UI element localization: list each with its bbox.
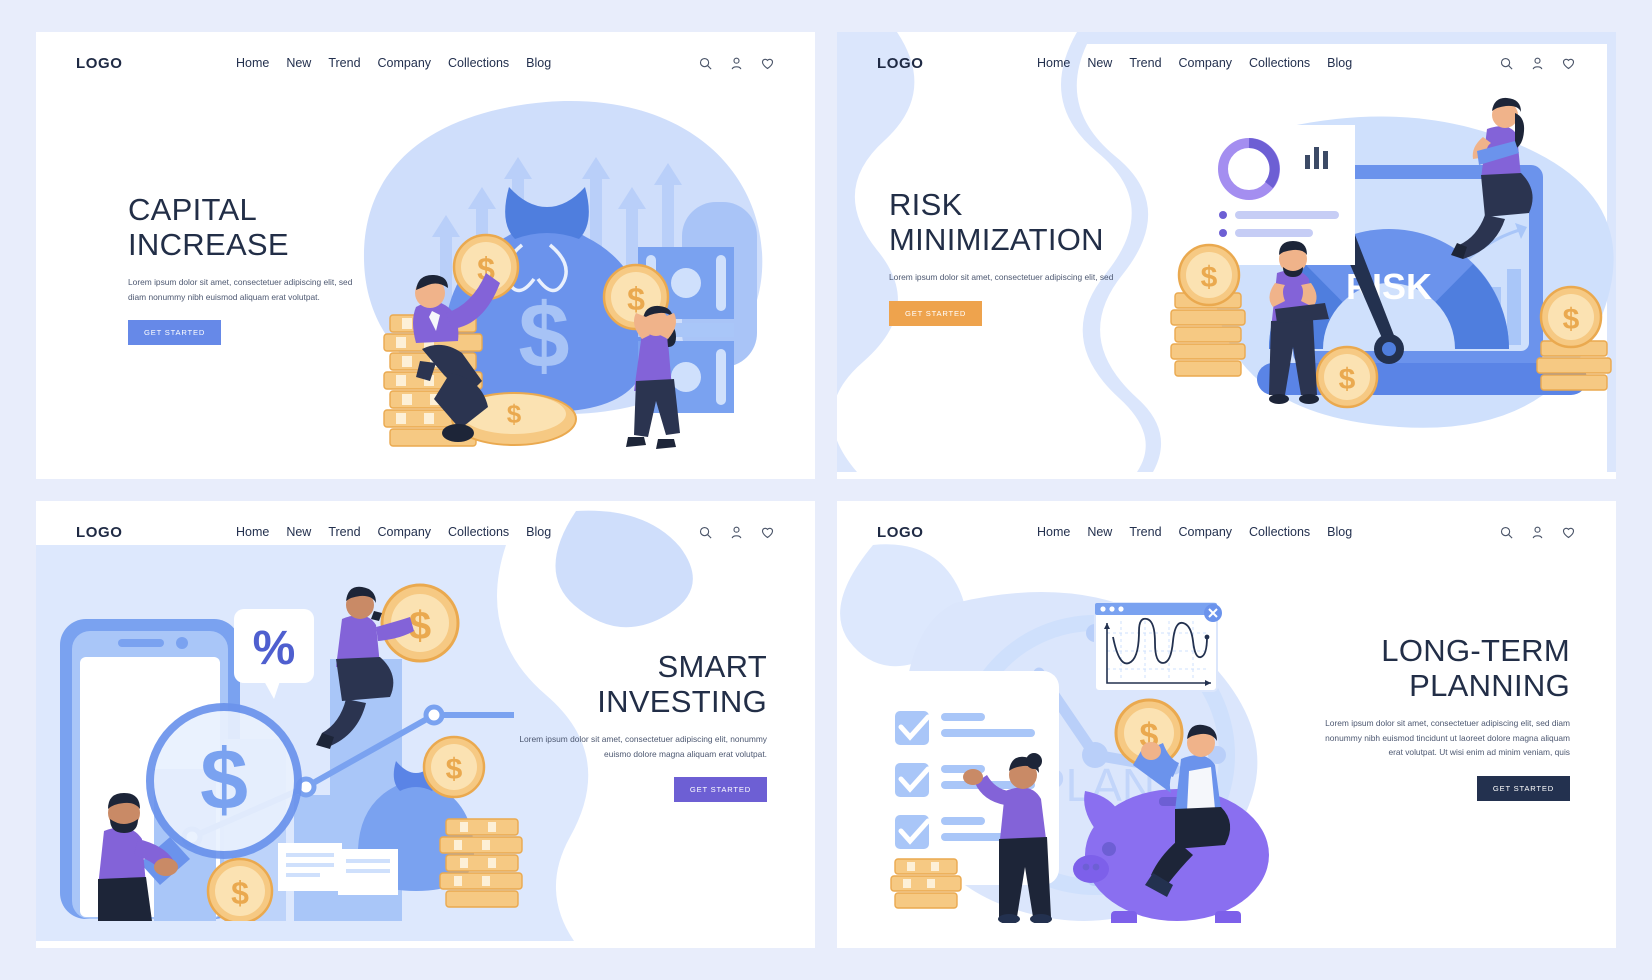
panel-risk-minimization: LOGO Home New Trend Company Collections … (837, 32, 1616, 479)
svg-text:$: $ (1339, 363, 1356, 396)
heart-icon[interactable] (1561, 525, 1576, 540)
nav-item-collections[interactable]: Collections (448, 56, 509, 70)
page-title: RISK MINIMIZATION (889, 187, 1104, 258)
landing-page-set: LOGO Home New Trend Company Collections … (0, 0, 1652, 980)
panel-smart-investing: LOGO Home New Trend Company Collections … (36, 501, 815, 948)
illustration-long-term-planning: PLAN $ (873, 592, 1269, 923)
site-header: LOGO Home New Trend Company Collections … (36, 32, 815, 94)
nav-item-home[interactable]: Home (236, 56, 269, 70)
nav-item-home[interactable]: Home (1037, 56, 1070, 70)
header-icon-group (1499, 56, 1576, 71)
user-icon[interactable] (1530, 525, 1545, 540)
hero-description: Lorem ipsum dolor sit amet, consectetuer… (128, 277, 353, 302)
illustration-risk-minimization: RISK $ $ $ (1170, 97, 1614, 428)
header-icon-group (698, 56, 775, 71)
coin-top-right: $ (1539, 285, 1603, 349)
coin-stack-right (1536, 340, 1612, 391)
main-nav: Home New Trend Company Collections Blog (196, 56, 551, 70)
nav-item-company[interactable]: Company (1179, 525, 1233, 539)
nav-item-company[interactable]: Company (1179, 56, 1233, 70)
heart-icon[interactable] (760, 525, 775, 540)
percent-bubble: % (234, 609, 314, 699)
main-nav: Home New Trend Company Collections Blog (196, 525, 551, 539)
percent-label: % (253, 622, 296, 675)
nav-item-trend[interactable]: Trend (328, 56, 360, 70)
logo[interactable]: LOGO (877, 55, 924, 72)
documents-icon (278, 843, 398, 895)
search-icon[interactable] (698, 56, 713, 71)
nav-item-new[interactable]: New (1087, 56, 1112, 70)
user-icon[interactable] (729, 56, 744, 71)
search-icon[interactable] (698, 525, 713, 540)
heart-icon[interactable] (760, 56, 775, 71)
page-title: LONG-TERM PLANNING (1381, 633, 1570, 704)
coin-bottom: $ (1315, 345, 1379, 409)
report-card (1205, 125, 1355, 265)
panel-capital-increase: LOGO Home New Trend Company Collections … (36, 32, 815, 479)
nav-item-blog[interactable]: Blog (526, 56, 551, 70)
nav-item-home[interactable]: Home (1037, 525, 1070, 539)
hero-description: Lorem ipsum dolor sit amet, consectetuer… (889, 272, 1114, 283)
site-header: LOGO Home New Trend Company Collections … (837, 501, 1616, 563)
hero-description: Lorem ipsum dolor sit amet, consectetuer… (519, 734, 767, 759)
nav-item-collections[interactable]: Collections (1249, 525, 1310, 539)
svg-text:$: $ (627, 281, 645, 317)
search-icon[interactable] (1499, 525, 1514, 540)
coin-icon-mid: $ (422, 735, 486, 799)
coin-stack-icon (439, 818, 523, 908)
nav-item-collections[interactable]: Collections (1249, 56, 1310, 70)
nav-item-new[interactable]: New (1087, 525, 1112, 539)
nav-item-company[interactable]: Company (378, 525, 432, 539)
hero-copy: RISK MINIMIZATION Lorem ipsum dolor sit a… (889, 187, 1129, 326)
nav-item-blog[interactable]: Blog (1327, 56, 1352, 70)
panel-long-term-planning: LOGO Home New Trend Company Collections … (837, 501, 1616, 948)
logo[interactable]: LOGO (877, 524, 924, 541)
heart-icon[interactable] (1561, 56, 1576, 71)
user-icon[interactable] (729, 525, 744, 540)
get-started-button[interactable]: GET STARTED (1476, 776, 1570, 802)
hero-copy: CAPITAL INCREASE Lorem ipsum dolor sit am… (128, 192, 368, 346)
user-icon[interactable] (1530, 56, 1545, 71)
svg-text:$: $ (1563, 303, 1580, 336)
svg-text:$: $ (1201, 261, 1218, 294)
logo[interactable]: LOGO (76, 55, 123, 72)
coin-stack-icon (890, 858, 962, 909)
chart-window (1094, 602, 1222, 692)
site-header: LOGO Home New Trend Company Collections … (837, 32, 1616, 94)
nav-item-trend[interactable]: Trend (1129, 56, 1161, 70)
svg-text:$: $ (446, 753, 463, 786)
main-nav: Home New Trend Company Collections Blog (997, 525, 1352, 539)
svg-text:$: $ (231, 875, 249, 911)
nav-item-blog[interactable]: Blog (1327, 525, 1352, 539)
main-nav: Home New Trend Company Collections Blog (997, 56, 1352, 70)
search-icon[interactable] (1499, 56, 1514, 71)
page-title: CAPITAL INCREASE (128, 192, 289, 263)
coin-top-left: $ (1177, 243, 1241, 307)
illustration-smart-investing: % $ $ $ $ (60, 583, 523, 921)
nav-item-new[interactable]: New (286, 525, 311, 539)
header-icon-group (698, 525, 775, 540)
nav-item-collections[interactable]: Collections (448, 525, 509, 539)
nav-item-home[interactable]: Home (236, 525, 269, 539)
illustration-capital-increase: $ $ $ $ (383, 157, 757, 449)
nav-item-blog[interactable]: Blog (526, 525, 551, 539)
svg-text:$: $ (200, 732, 248, 828)
header-icon-group (1499, 525, 1576, 540)
site-header: LOGO Home New Trend Company Collections … (36, 501, 815, 563)
page-title: SMART INVESTING (597, 649, 767, 720)
hero-description: Lorem ipsum dolor sit amet, consectetuer… (1325, 718, 1570, 758)
get-started-button[interactable]: GET STARTED (889, 300, 983, 326)
nav-item-trend[interactable]: Trend (1129, 525, 1161, 539)
hero-copy: LONG-TERM PLANNING Lorem ipsum dolor sit … (1312, 633, 1570, 802)
coin-icon-bottom: $ (206, 857, 274, 921)
svg-text:$: $ (507, 399, 522, 429)
svg-text:$: $ (518, 285, 569, 387)
nav-item-trend[interactable]: Trend (328, 525, 360, 539)
logo[interactable]: LOGO (76, 524, 123, 541)
get-started-button[interactable]: GET STARTED (673, 777, 767, 803)
get-started-button[interactable]: GET STARTED (128, 320, 222, 346)
nav-item-company[interactable]: Company (378, 56, 432, 70)
hero-copy: SMART INVESTING Lorem ipsum dolor sit ame… (515, 649, 767, 803)
nav-item-new[interactable]: New (286, 56, 311, 70)
